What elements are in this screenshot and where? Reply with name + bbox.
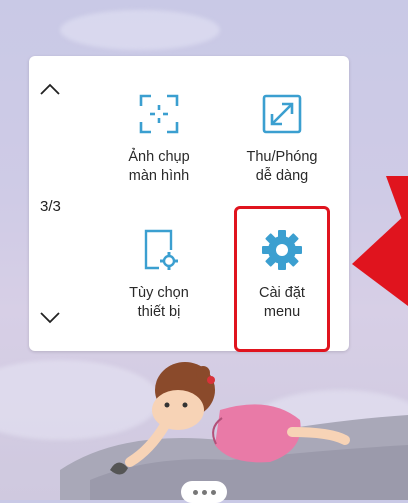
menu-item-label: Thu/Phóng dễ dàng bbox=[246, 149, 318, 184]
screenshot-icon bbox=[139, 94, 179, 134]
menu-item-screenshot[interactable]: Ảnh chụp màn hình bbox=[99, 92, 219, 186]
device-options-icon bbox=[144, 229, 178, 270]
zoom-icon bbox=[262, 94, 302, 134]
chevron-down-icon[interactable] bbox=[38, 308, 62, 326]
menu-item-label: Ảnh chụp màn hình bbox=[128, 149, 190, 184]
red-arrow-annotation bbox=[352, 176, 408, 306]
menu-item-easy-zoom[interactable]: Thu/Phóng dễ dàng bbox=[222, 92, 342, 186]
highlight-box bbox=[234, 206, 330, 352]
chevron-up-icon[interactable] bbox=[38, 80, 62, 98]
menu-item-label: Tùy chọn thiết bị bbox=[129, 285, 189, 320]
page-indicator: 3/3 bbox=[40, 198, 61, 215]
menu-item-device-options[interactable]: Tùy chọn thiết bị bbox=[99, 228, 219, 322]
